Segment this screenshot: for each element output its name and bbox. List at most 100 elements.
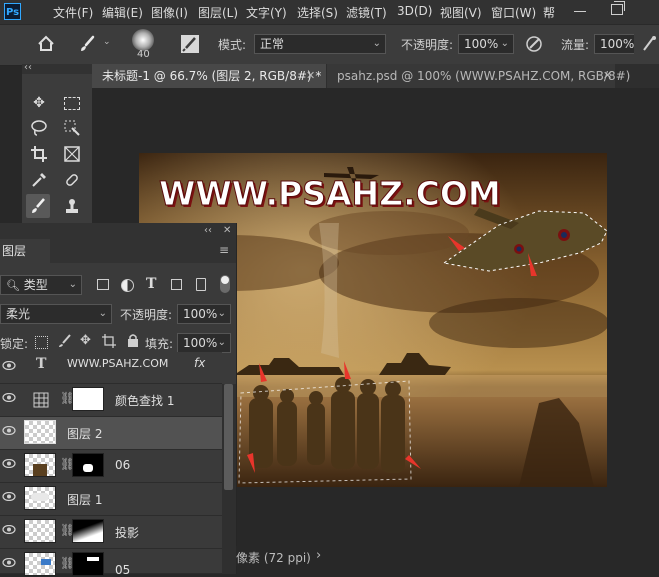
visibility-eye-icon[interactable] [2, 393, 16, 402]
healing-brush-tool-icon[interactable] [61, 169, 83, 191]
blend-mode-select[interactable]: 柔光 ⌄ [0, 304, 112, 324]
visibility-eye-icon[interactable] [2, 361, 16, 370]
lock-all-icon[interactable] [127, 333, 139, 348]
lock-position-icon[interactable]: ✥ [80, 333, 91, 348]
layer-row-shadow[interactable]: ⛓︎ 投影 [0, 516, 222, 549]
tools-panel-header [22, 64, 92, 74]
menu-select[interactable]: 选择(S) [297, 4, 338, 21]
menu-help[interactable]: 帮 [543, 4, 555, 21]
layer-thumbnail[interactable] [24, 519, 56, 543]
quick-select-tool-icon[interactable] [61, 117, 83, 139]
tab-layers[interactable]: 图层 [0, 239, 50, 263]
menu-view[interactable]: 视图(V) [440, 4, 482, 21]
menu-file[interactable]: 文件(F) [53, 4, 93, 21]
layer-mask-thumbnail[interactable] [72, 453, 104, 477]
layer-name[interactable]: WWW.PSAHZ.COM [67, 357, 168, 370]
brush-preset-icon[interactable] [78, 34, 98, 54]
fill-field[interactable]: 100% ⌄ [177, 333, 231, 353]
marquee-tool-icon[interactable] [61, 92, 83, 114]
layer-name[interactable]: 颜色查找 1 [115, 392, 174, 409]
status-menu-arrow-icon[interactable]: › [316, 548, 321, 563]
layer-thumbnail[interactable] [24, 486, 56, 510]
visibility-eye-icon[interactable] [2, 426, 16, 435]
filter-pixel-icon[interactable] [97, 279, 109, 290]
tab-label: 未标题-1 @ 66.7% (图层 2, RGB/8#) * [102, 69, 322, 83]
filter-smart-object-icon[interactable] [196, 278, 206, 291]
filter-type-icon[interactable]: T [146, 276, 156, 292]
filter-adjustment-icon[interactable] [121, 279, 134, 292]
filter-toggle[interactable] [220, 275, 230, 293]
brush-preset-caret-icon[interactable]: ⌄ [103, 37, 111, 47]
layer-thumbnail[interactable] [24, 453, 56, 477]
restore-icon[interactable] [611, 4, 623, 15]
layers-scrollbar-thumb[interactable] [224, 384, 233, 490]
filter-shape-icon[interactable] [171, 279, 182, 290]
mode-caret-icon: ⌄ [372, 38, 381, 49]
move-tool-icon[interactable]: ✥ [28, 92, 50, 114]
tab-untitled-1[interactable]: 未标题-1 @ 66.7% (图层 2, RGB/8#) * ✕ [92, 64, 326, 88]
search-icon: 🔍︎ [6, 279, 20, 292]
layer-opacity-field[interactable]: 100% ⌄ [177, 304, 231, 324]
flow-value: 100% [600, 37, 635, 51]
lock-artboard-icon[interactable] [102, 334, 116, 348]
layer-filter-select[interactable]: 🔍︎ 类型 ⌄ [0, 275, 82, 295]
layer-row-color-lookup[interactable]: ⛓︎ 颜色查找 1 [0, 384, 222, 417]
panel-menu-icon[interactable]: ≡ [219, 243, 229, 257]
frame-tool-icon[interactable] [61, 143, 83, 165]
flow-label: 流量: [561, 38, 590, 52]
layer-row-05[interactable]: ⛓︎ 05 [0, 549, 222, 577]
layer-row-06[interactable]: ⛓︎ 06 [0, 450, 222, 483]
visibility-eye-icon[interactable] [2, 558, 16, 567]
document-info[interactable]: 像素 (72 ppi) [236, 549, 311, 566]
layer-row-text[interactable]: T WWW.PSAHZ.COM fx [0, 352, 222, 384]
layer-effects-icon[interactable]: fx [194, 356, 205, 370]
menu-edit[interactable]: 编辑(E) [102, 4, 143, 21]
color-lookup-icon [33, 392, 49, 408]
flow-field[interactable]: 100% [594, 34, 634, 54]
brush-tip-preview[interactable] [132, 29, 154, 51]
clone-stamp-tool-icon[interactable] [61, 195, 83, 217]
close-icon[interactable]: ✕ [306, 64, 315, 88]
layer-thumbnail[interactable] [24, 552, 56, 576]
close-icon[interactable]: ✕ [603, 64, 612, 88]
layers-collapse-icon[interactable]: ‹‹ [204, 225, 212, 236]
opacity-field[interactable]: 100% ⌄ [458, 34, 514, 54]
brush-settings-icon[interactable] [180, 34, 200, 54]
layer-name[interactable]: 投影 [115, 524, 139, 541]
pressure-opacity-icon[interactable] [524, 34, 544, 54]
layers-close-icon[interactable]: ✕ [223, 225, 231, 236]
eyedropper-tool-icon[interactable] [28, 169, 50, 191]
layer-name[interactable]: 06 [115, 458, 130, 472]
layer-mask-thumbnail[interactable] [72, 552, 104, 576]
crop-tool-icon[interactable] [28, 143, 50, 165]
menu-type[interactable]: 文字(Y) [246, 4, 287, 21]
mode-select[interactable]: 正常 ⌄ [254, 34, 386, 54]
visibility-eye-icon[interactable] [2, 525, 16, 534]
lock-transparent-icon[interactable] [35, 336, 48, 349]
home-icon[interactable] [37, 35, 55, 52]
fill-caret-icon: ⌄ [217, 337, 226, 348]
menu-layer[interactable]: 图层(L) [198, 4, 238, 21]
photoshop-logo-icon[interactable]: Ps [4, 3, 21, 20]
visibility-eye-icon[interactable] [2, 459, 16, 468]
menu-3d[interactable]: 3D(D) [397, 4, 432, 18]
menu-window[interactable]: 窗口(W) [491, 4, 536, 21]
lasso-tool-icon[interactable] [28, 117, 50, 139]
layer-row-layer-1[interactable]: 图层 1 [0, 483, 222, 516]
layer-row-layer-2[interactable]: 图层 2 [0, 417, 222, 450]
layer-name[interactable]: 05 [115, 563, 130, 577]
layer-mask-thumbnail[interactable] [72, 519, 104, 543]
menu-filter[interactable]: 滤镜(T) [346, 4, 387, 21]
lock-image-icon[interactable] [58, 334, 72, 348]
airbrush-icon[interactable] [641, 34, 659, 54]
layer-name[interactable]: 图层 2 [67, 425, 102, 442]
minimize-icon[interactable] [574, 11, 586, 12]
layer-mask-thumbnail[interactable] [72, 387, 104, 411]
menu-image[interactable]: 图像(I) [151, 4, 188, 21]
brush-tool-icon[interactable] [26, 194, 50, 218]
layer-name[interactable]: 图层 1 [67, 491, 102, 508]
layer-thumbnail[interactable] [24, 420, 56, 444]
tools-collapse-icon[interactable]: ‹‹ [24, 62, 32, 73]
visibility-eye-icon[interactable] [2, 492, 16, 501]
tab-psahz-psd[interactable]: psahz.psd @ 100% (WWW.PSAHZ.COM, RGB/8#)… [327, 64, 630, 88]
